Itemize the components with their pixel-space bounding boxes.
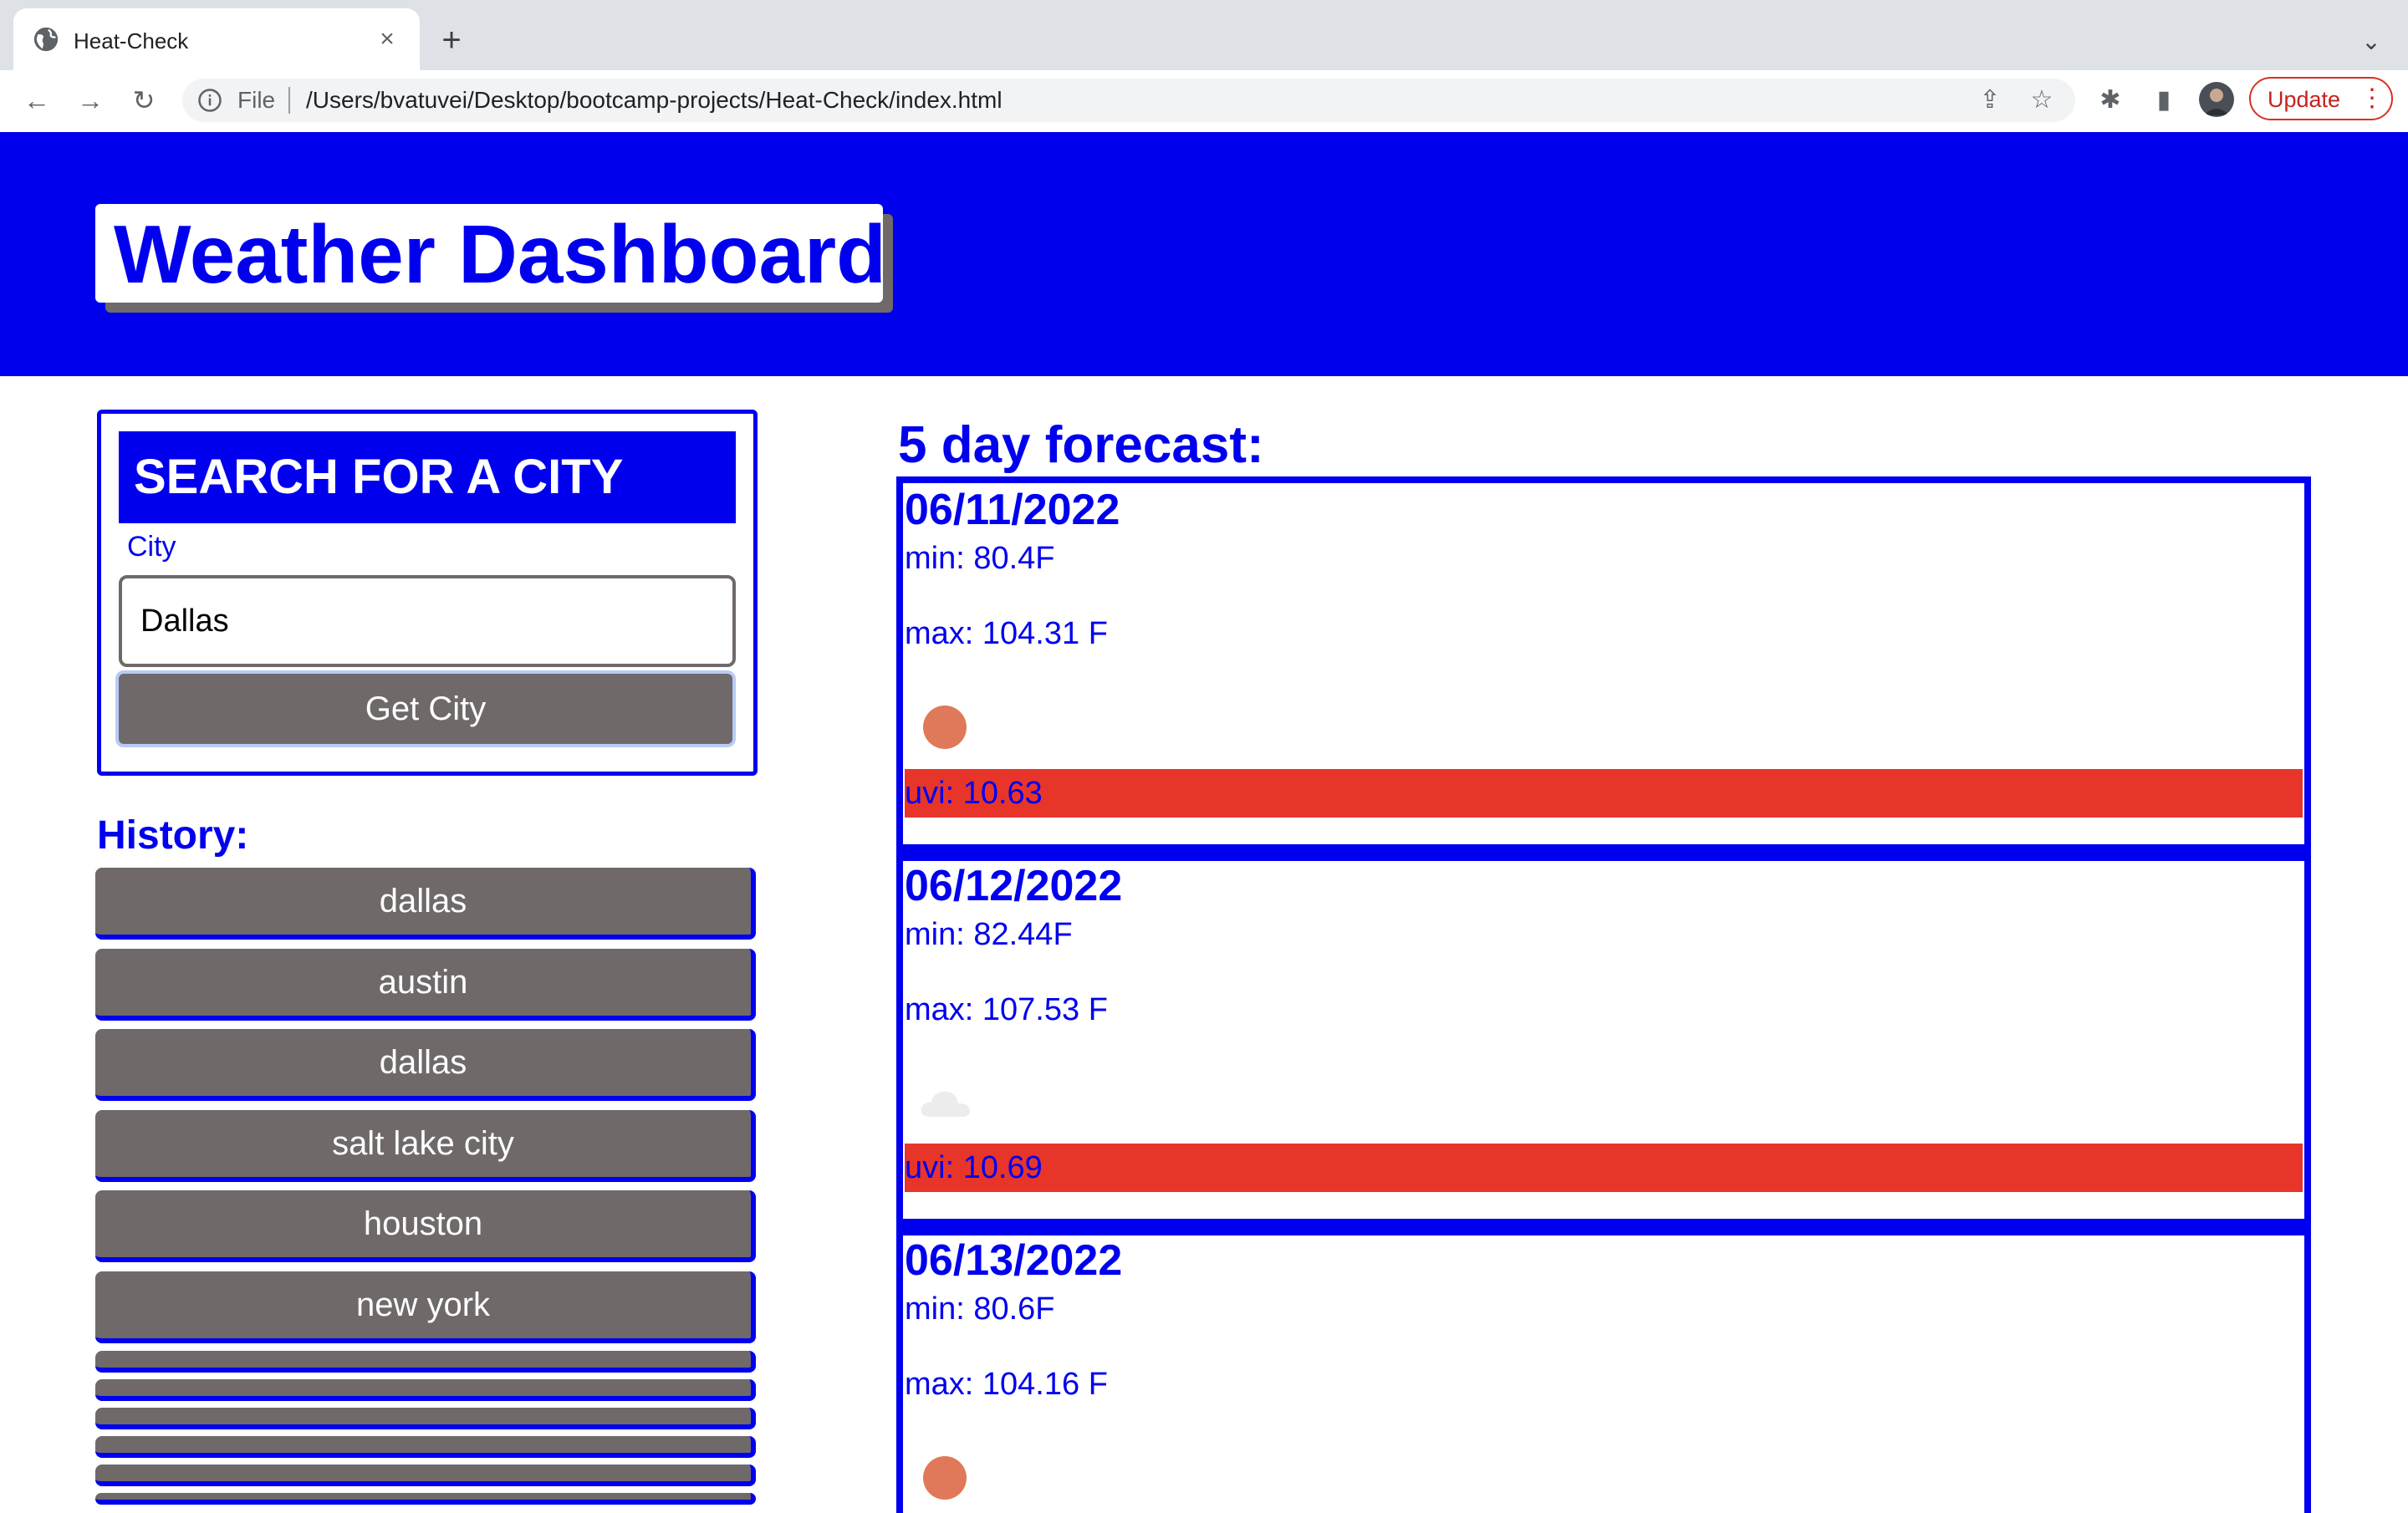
sun-icon — [923, 706, 967, 749]
history-heading: History: — [97, 813, 249, 858]
history-item[interactable]: new york — [95, 1271, 756, 1343]
history-item-label: salt lake city — [332, 1125, 514, 1162]
globe-icon — [33, 27, 59, 52]
history-item-label: houston — [363, 1205, 483, 1242]
forecast-list — [896, 476, 2311, 1513]
extensions-icon[interactable]: ✱ — [2092, 82, 2129, 119]
forecast-date: 06/13/2022 — [905, 1236, 1123, 1285]
forecast-uvi: uvi: 10.69 — [905, 1150, 1043, 1185]
update-label: Update — [2268, 87, 2341, 112]
url-scheme-label: File — [237, 87, 276, 113]
forecast-uvi: uvi: 10.63 — [905, 776, 1043, 811]
sun-icon — [923, 1456, 967, 1500]
history-item-empty[interactable] — [95, 1351, 756, 1373]
forecast-max-temp: max: 104.16 F — [905, 1367, 1108, 1402]
forward-icon[interactable]: → — [72, 82, 109, 119]
uvi-bar — [905, 769, 2303, 818]
history-item-empty[interactable] — [95, 1493, 756, 1505]
history-item[interactable]: dallas — [95, 868, 756, 940]
tab-title: Heat-Check — [74, 28, 189, 53]
close-icon[interactable]: × — [373, 25, 401, 53]
history-item-label: new york — [355, 1286, 491, 1323]
search-heading: SEARCH FOR A CITY — [134, 450, 624, 504]
forecast-max-temp: max: 107.53 F — [905, 992, 1108, 1027]
city-label: City — [127, 531, 176, 563]
card-divider — [896, 1219, 2311, 1235]
forecast-date: 06/11/2022 — [905, 486, 1120, 534]
forecast-min-temp: min: 80.6F — [905, 1291, 1055, 1327]
new-tab-button[interactable]: + — [435, 23, 468, 57]
url-text[interactable]: /Users/bvatuvei/Desktop/bootcamp-project… — [306, 87, 1002, 114]
page-title: Weather Dashboard — [114, 208, 886, 300]
uvi-bar — [905, 1144, 2303, 1192]
history-item-label: dallas — [379, 883, 467, 920]
forecast-max-temp: max: 104.31 F — [905, 616, 1108, 651]
history-item[interactable]: dallas — [95, 1029, 756, 1101]
forecast-min-temp: min: 82.44F — [905, 917, 1073, 952]
history-item-label: dallas — [379, 1044, 467, 1081]
kebab-menu-icon[interactable]: ⋮ — [2360, 84, 2385, 114]
reload-icon[interactable]: ↻ — [125, 82, 162, 119]
history-item-empty[interactable] — [95, 1436, 756, 1458]
history-item[interactable]: salt lake city — [95, 1110, 756, 1182]
side-panel-icon[interactable]: ▮ — [2145, 82, 2182, 119]
forecast-date: 06/12/2022 — [905, 862, 1123, 910]
chevron-down-icon[interactable]: ⌄ — [2354, 25, 2388, 59]
person-icon — [2204, 89, 2229, 115]
history-item[interactable]: austin — [95, 949, 756, 1021]
share-icon[interactable]: ⇪ — [1972, 82, 2008, 119]
history-item-empty[interactable] — [95, 1465, 756, 1486]
history-item-label: austin — [378, 964, 468, 1001]
cloud-icon — [921, 1092, 970, 1117]
get-city-label[interactable]: Get City — [115, 690, 736, 727]
forecast-heading: 5 day forecast: — [898, 416, 1264, 474]
address-divider — [288, 87, 290, 114]
history-item-empty[interactable] — [95, 1408, 756, 1429]
forecast-min-temp: min: 80.4F — [905, 541, 1055, 576]
city-input-value[interactable]: Dallas — [140, 604, 229, 639]
card-divider — [896, 844, 2311, 861]
history-item[interactable]: houston — [95, 1190, 756, 1262]
profile-avatar[interactable] — [2199, 82, 2234, 117]
bookmark-star-icon[interactable]: ☆ — [2023, 82, 2060, 119]
history-item-empty[interactable] — [95, 1379, 756, 1401]
back-icon[interactable]: ← — [18, 82, 55, 119]
info-icon[interactable] — [197, 88, 222, 113]
